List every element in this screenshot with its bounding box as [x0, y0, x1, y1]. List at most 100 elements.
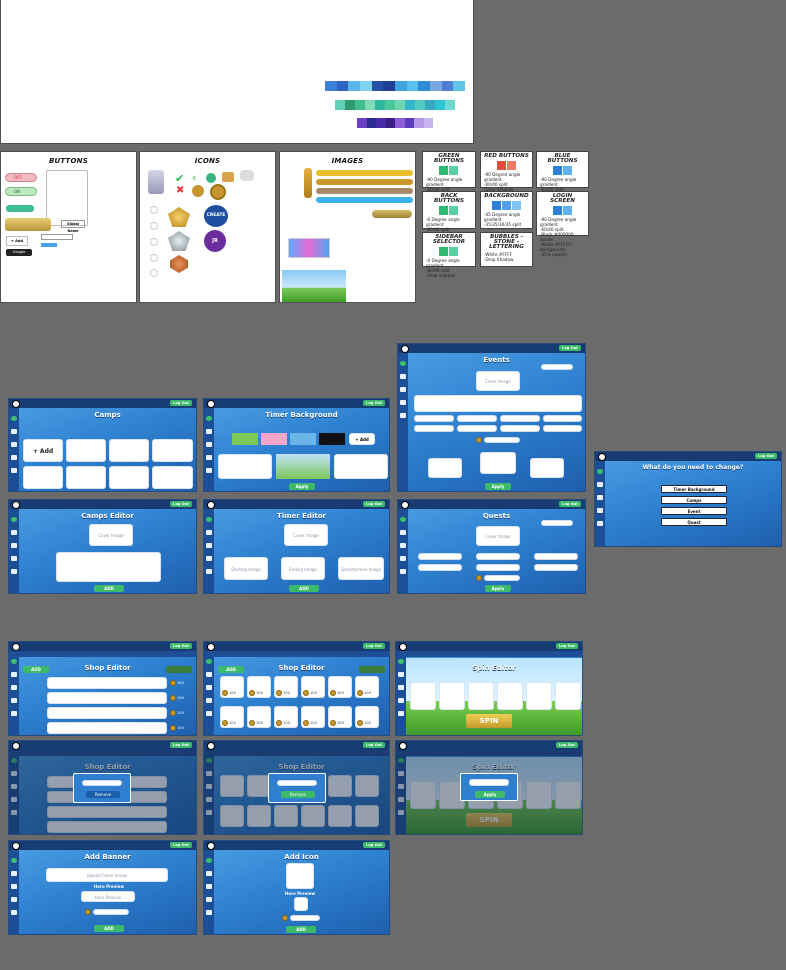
quest-dropdown[interactable] [541, 520, 573, 526]
logout-button[interactable]: Log Out [170, 842, 192, 848]
shop-row[interactable] [47, 692, 167, 704]
remove-button[interactable]: Remove [86, 791, 120, 798]
description-field[interactable] [56, 552, 161, 582]
logout-button[interactable]: Log Out [363, 501, 385, 507]
add-button[interactable]: ADD [23, 666, 49, 673]
camp-card[interactable] [152, 466, 193, 489]
spin-prize-card[interactable] [526, 682, 552, 710]
logout-button[interactable]: Log Out [559, 501, 581, 507]
textarea-sample[interactable] [46, 170, 88, 226]
field[interactable] [476, 553, 520, 560]
edit-button[interactable] [166, 666, 192, 673]
add-button-sample[interactable]: + Add [6, 236, 28, 246]
camp-card[interactable] [152, 439, 193, 462]
toggle-on[interactable]: ON [5, 187, 37, 196]
logout-button[interactable]: Log Out [363, 842, 385, 848]
spin-prize-card[interactable] [468, 682, 494, 710]
coin-field[interactable] [93, 909, 129, 915]
change-option-button[interactable]: Event [661, 507, 727, 515]
logout-button[interactable]: Log Out [363, 643, 385, 649]
field[interactable] [418, 564, 462, 571]
description-field[interactable] [414, 395, 582, 412]
camp-card[interactable] [66, 439, 106, 462]
bg-thumb[interactable] [290, 433, 316, 445]
modal-field[interactable] [469, 779, 509, 786]
coin-field[interactable] [484, 437, 520, 443]
cover-image-upload[interactable]: Cover Image [476, 526, 520, 546]
logout-button[interactable]: Log Out [556, 643, 578, 649]
field[interactable] [500, 425, 540, 432]
field[interactable] [543, 425, 582, 432]
cover-image-upload[interactable]: Cover Image [476, 371, 520, 391]
spin-prize-card[interactable] [439, 682, 465, 710]
logout-button[interactable]: Log Out [170, 742, 192, 748]
remove-button[interactable]: Remove [281, 791, 315, 798]
modal-field[interactable] [277, 780, 317, 786]
change-option-button[interactable]: Timer Background [661, 485, 727, 493]
spin-prize-card[interactable] [555, 682, 581, 710]
gold-button[interactable] [5, 218, 51, 231]
field[interactable] [457, 425, 497, 432]
shop-row[interactable] [47, 707, 167, 719]
logout-button[interactable]: Log Out [755, 453, 777, 459]
field[interactable] [414, 415, 454, 422]
field[interactable] [534, 564, 578, 571]
apply-button[interactable]: Apply [485, 483, 511, 490]
shop-row[interactable] [47, 722, 167, 734]
add-button[interactable]: ADD [286, 926, 316, 933]
add-button[interactable]: ADD [94, 925, 124, 932]
add-camp-card[interactable]: + Add [23, 439, 63, 462]
logout-button[interactable]: Log Out [556, 742, 578, 748]
logout-button[interactable]: Log Out [363, 742, 385, 748]
coin-field[interactable] [484, 575, 520, 581]
prize-card[interactable] [480, 452, 516, 474]
dropdown-sample[interactable] [41, 234, 73, 240]
logout-button[interactable]: Log Out [170, 400, 192, 406]
coin-field[interactable] [290, 915, 320, 921]
shop-row[interactable] [47, 677, 167, 689]
field[interactable] [500, 415, 540, 422]
bg-thumb[interactable] [261, 433, 287, 445]
change-option-button[interactable]: Camps [661, 496, 727, 504]
cover-image-upload[interactable]: Cover Image [89, 524, 133, 546]
camp-card[interactable] [66, 466, 106, 489]
logout-button[interactable]: Log Out [363, 400, 385, 406]
prize-card[interactable] [530, 458, 564, 478]
logout-button[interactable]: Log Out [170, 501, 192, 507]
field[interactable] [543, 415, 582, 422]
spin-prize-card[interactable] [497, 682, 523, 710]
blue-button-sample[interactable] [41, 243, 57, 247]
add-button[interactable]: ADD [289, 585, 319, 592]
global-name-input[interactable]: Global Name [61, 220, 85, 233]
spin-prize-card[interactable] [410, 682, 436, 710]
toggle-off[interactable]: OFF [5, 173, 37, 182]
change-option-button[interactable]: Quest [661, 518, 727, 526]
spin-button[interactable]: SPIN [466, 714, 512, 728]
camp-card[interactable] [109, 466, 149, 489]
logout-button[interactable]: Log Out [559, 345, 581, 351]
google-button[interactable]: Google [6, 249, 32, 256]
field[interactable] [414, 425, 454, 432]
starting-image-upload[interactable]: Starting Image [224, 557, 268, 580]
icon-upload[interactable] [286, 863, 314, 889]
cover-image-upload[interactable]: Cover Image [284, 524, 328, 546]
apply-button[interactable]: Apply [485, 585, 511, 592]
edit-button[interactable] [359, 666, 385, 673]
field[interactable] [418, 553, 462, 560]
event-dropdown[interactable] [541, 364, 573, 370]
gold-button-sample[interactable] [5, 368, 51, 381]
add-bg-button[interactable]: + Add [349, 433, 375, 445]
field[interactable] [457, 415, 497, 422]
apply-button[interactable]: Apply [289, 483, 315, 490]
green-button-sample[interactable] [6, 205, 34, 212]
prize-card[interactable] [428, 458, 462, 478]
splash-image-upload[interactable]: Splashscreen Image [338, 557, 384, 580]
modal-field[interactable] [82, 780, 122, 786]
add-button[interactable]: ADD [218, 666, 244, 673]
apply-button[interactable]: Apply [475, 791, 505, 798]
bg-thumb[interactable] [319, 433, 345, 445]
logout-button[interactable]: Log Out [170, 643, 192, 649]
ending-image-upload[interactable]: Ending Image [281, 557, 325, 580]
field[interactable] [534, 553, 578, 560]
bg-thumb[interactable] [232, 433, 258, 445]
